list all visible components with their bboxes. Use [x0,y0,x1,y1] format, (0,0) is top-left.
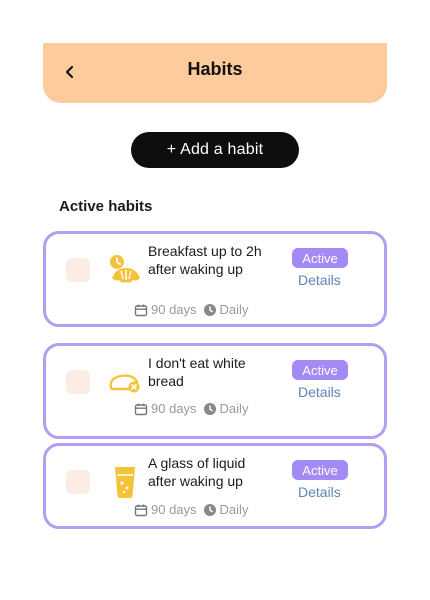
duration-text: 90 days [151,502,197,517]
details-link[interactable]: Details [298,384,341,400]
details-link[interactable]: Details [298,484,341,500]
duration-info: 90 days [134,502,197,517]
habits-screen: Habits + Add a habit Active habits Break… [43,0,387,600]
habit-title: Breakfast up to 2h after waking up [148,243,262,277]
frequency-text: Daily [219,401,249,416]
duration-text: 90 days [151,302,197,317]
clock-icon [203,402,216,415]
frequency-text: Daily [219,502,249,517]
habit-card[interactable]: I don't eat white bread Active Details 9… [43,343,387,439]
habit-meta: 90 days Daily [134,502,248,517]
croissant-clock-icon [105,250,145,290]
add-habit-button[interactable]: + Add a habit [131,132,299,168]
frequency-info: Daily [203,401,249,416]
frequency-info: Daily [203,502,249,517]
duration-info: 90 days [134,302,197,317]
habit-checkbox[interactable] [66,370,90,394]
clock-icon [203,503,216,516]
duration-text: 90 days [151,401,197,416]
details-link[interactable]: Details [298,272,341,288]
calendar-icon [134,504,148,516]
status-badge: Active [292,460,348,480]
header-bar: Habits [43,43,387,103]
habit-meta: 90 days Daily [134,302,248,317]
no-bread-icon [105,362,145,402]
status-badge: Active [292,360,348,380]
clock-icon [203,303,216,316]
frequency-info: Daily [203,302,249,317]
habit-checkbox[interactable] [66,258,90,282]
frequency-text: Daily [219,302,249,317]
habit-title: I don't eat white bread [148,355,246,389]
status-badge: Active [292,248,348,268]
calendar-icon [134,403,148,415]
habit-card[interactable]: A glass of liquid after waking up Active… [43,443,387,529]
glass-icon [105,462,145,502]
habit-meta: 90 days Daily [134,401,248,416]
section-title: Active habits [59,198,153,215]
habit-title: A glass of liquid after waking up [148,455,246,489]
page-title: Habits [187,59,243,79]
habit-checkbox[interactable] [66,470,90,494]
calendar-icon [134,304,148,316]
habit-card[interactable]: Breakfast up to 2h after waking up Activ… [43,231,387,327]
duration-info: 90 days [134,401,197,416]
